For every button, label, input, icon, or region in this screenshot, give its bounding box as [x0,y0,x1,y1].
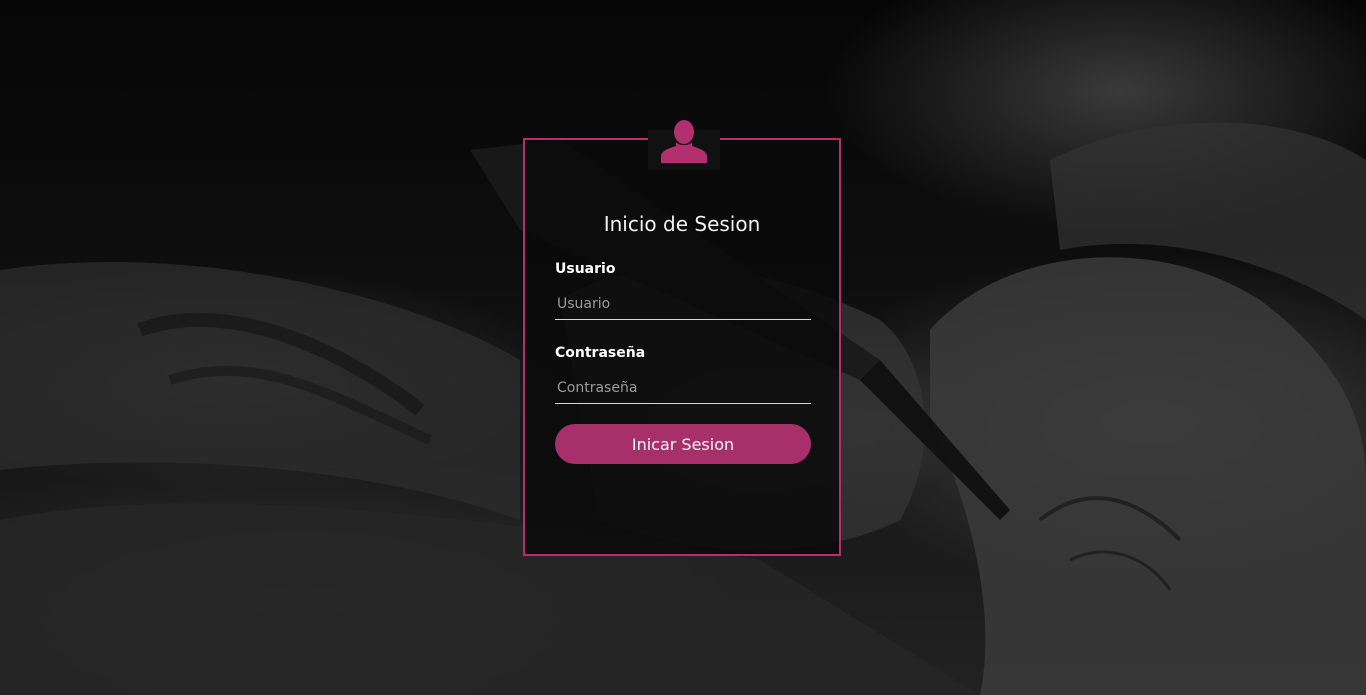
login-title: Inicio de Sesion [603,212,761,236]
password-label: Contraseña [555,345,646,361]
user-silhouette-icon [660,118,708,164]
username-input[interactable] [555,288,811,320]
username-label: Usuario [555,261,616,277]
password-input[interactable] [555,372,811,404]
login-button[interactable]: Inicar Sesion [555,424,811,464]
